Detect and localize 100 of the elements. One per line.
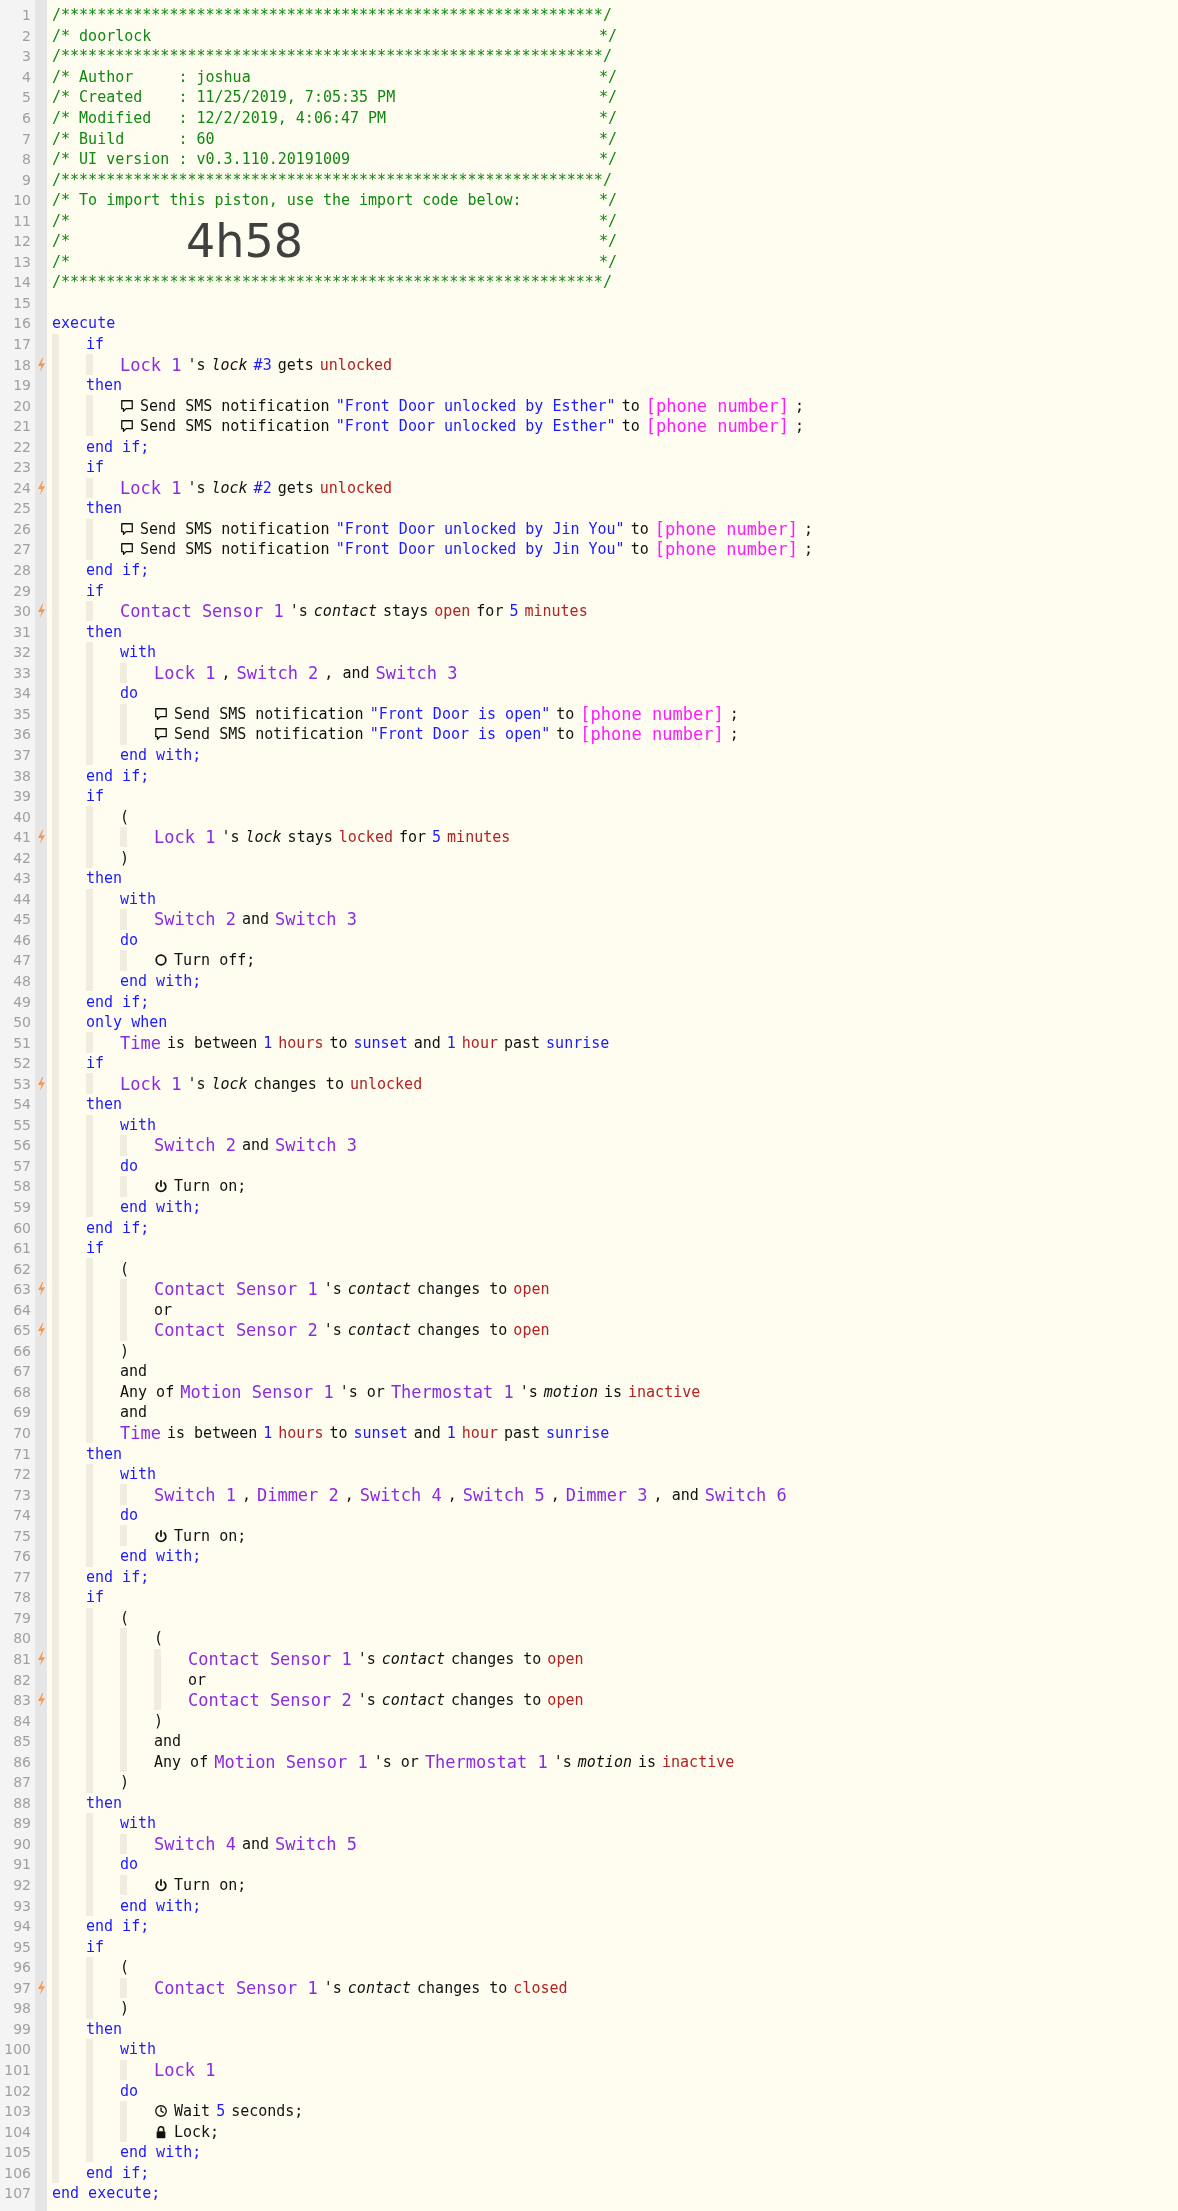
- state-value: open: [513, 1321, 550, 1340]
- keyword: if: [86, 335, 105, 353]
- line-number: 3: [21, 48, 32, 65]
- attribute-name: contact: [347, 1321, 412, 1340]
- attribute-name: motion: [543, 1382, 598, 1401]
- code-text: ): [120, 1999, 130, 2018]
- code-text: ): [120, 848, 130, 867]
- code-text: Turn on;: [174, 1526, 247, 1545]
- line-number: 43: [12, 870, 32, 887]
- line-number: 45: [12, 911, 32, 928]
- keyword: with: [120, 643, 157, 662]
- code-text: (: [154, 1629, 164, 1648]
- line-number: 89: [12, 1815, 32, 1832]
- variable-name: [phone number]: [580, 724, 724, 745]
- keyword: end with;: [120, 971, 202, 990]
- code-text: changes to: [417, 1321, 508, 1340]
- code-text: (: [120, 1608, 130, 1627]
- code-text: is between: [166, 1033, 258, 1052]
- code-text: and: [241, 1834, 269, 1853]
- state-value: minutes: [524, 602, 588, 621]
- line-number: 92: [12, 1877, 32, 1894]
- device-name: Contact Sensor 2: [188, 1690, 352, 1711]
- speech-bubble-icon: [154, 727, 168, 742]
- variable-name: [phone number]: [654, 518, 798, 539]
- attribute-name: contact: [381, 1691, 446, 1710]
- line-number: 74: [12, 1507, 32, 1524]
- line-number: 79: [12, 1609, 32, 1626]
- line-number: 69: [12, 1404, 32, 1421]
- code-text: and: [120, 1362, 148, 1381]
- line-number: 85: [12, 1733, 32, 1750]
- code-text: ,: [221, 663, 231, 682]
- line-number: 49: [12, 993, 32, 1010]
- code-text: Send SMS notification: [140, 519, 330, 538]
- value-text: "Front Door is open": [369, 725, 551, 744]
- code-text: ;: [729, 725, 739, 744]
- line-number: 63: [12, 1281, 32, 1298]
- device-name: Thermostat 1: [424, 1751, 548, 1772]
- state-value: unlocked: [319, 355, 393, 374]
- code-text: 's: [187, 478, 206, 497]
- line-number: 106: [3, 2164, 32, 2181]
- keyword: then: [86, 499, 123, 518]
- code-text: is: [637, 1752, 656, 1771]
- line-number: 103: [3, 2103, 32, 2120]
- line-number: 8: [21, 151, 32, 168]
- circle-icon: [154, 953, 168, 968]
- keyword: if: [86, 1588, 105, 1607]
- state-value: open: [434, 602, 471, 621]
- code-text: Any of: [154, 1752, 209, 1771]
- device-name: Time: [120, 1423, 161, 1443]
- value-text: 5: [509, 602, 519, 621]
- line-number: 36: [12, 726, 32, 743]
- code-text: for: [398, 828, 427, 847]
- code-text: and: [241, 1136, 269, 1155]
- keyword: then: [86, 869, 123, 888]
- attribute-name: lock: [211, 355, 248, 374]
- keyword: end if;: [86, 1567, 150, 1586]
- code-text: (: [120, 807, 130, 826]
- line-number: 57: [12, 1157, 32, 1174]
- code-text: stays: [383, 602, 429, 621]
- device-name: Switch 5: [275, 1833, 357, 1854]
- keyword: do: [120, 930, 139, 949]
- line-number: 39: [12, 788, 32, 805]
- line-number: 12: [12, 233, 32, 250]
- code-text: 's: [519, 1382, 538, 1401]
- code-text: 's or: [339, 1382, 385, 1401]
- value-text: #2: [253, 478, 272, 497]
- variable-name: [phone number]: [654, 539, 798, 560]
- line-number: 18: [12, 356, 32, 373]
- code-text: to: [630, 519, 649, 538]
- keyword: end if;: [86, 2163, 150, 2182]
- code-comment: /************************************************************/: [52, 273, 612, 292]
- device-name: Switch 2: [154, 909, 236, 930]
- line-number: 52: [12, 1055, 32, 1072]
- code-comment: */: [598, 191, 617, 210]
- line-number: 51: [12, 1034, 32, 1051]
- code-text: Turn off;: [174, 951, 256, 970]
- line-number: 25: [12, 500, 32, 517]
- line-number: 71: [12, 1445, 32, 1462]
- code-text: Send SMS notification: [140, 396, 330, 415]
- padlock-icon: [154, 2124, 168, 2139]
- state-value: inactive: [628, 1382, 701, 1401]
- keyword: then: [86, 622, 123, 641]
- code-text: gets: [277, 355, 314, 374]
- state-value: open: [547, 1691, 584, 1710]
- code-comment: */: [598, 211, 617, 230]
- attribute-name: contact: [381, 1650, 446, 1668]
- code-text: to: [329, 1033, 348, 1052]
- device-name: Motion Sensor 1: [214, 1751, 368, 1772]
- line-number: 6: [21, 110, 32, 126]
- line-number: 81: [12, 1651, 32, 1667]
- code-text: ): [120, 1341, 130, 1360]
- code-text: ,: [550, 1485, 560, 1504]
- code-text: changes to: [417, 1978, 508, 1997]
- code-comment: */: [598, 252, 617, 271]
- code-comment: /************************************************************/: [52, 170, 612, 189]
- line-number: 17: [12, 336, 32, 352]
- state-value: hour: [461, 1033, 498, 1052]
- device-name: Switch 3: [375, 662, 458, 683]
- line-number: 102: [3, 2082, 32, 2099]
- keyword: end execute;: [52, 2184, 161, 2203]
